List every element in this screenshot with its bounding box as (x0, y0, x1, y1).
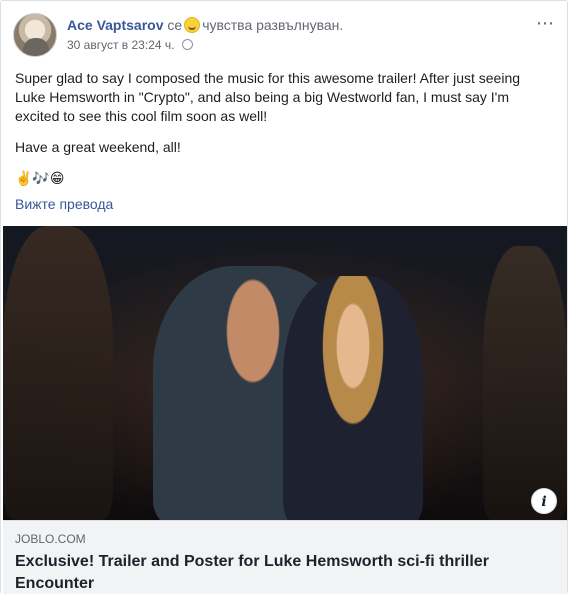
post-paragraph: Super glad to say I composed the music f… (15, 70, 521, 124)
feeling-verb: се (167, 17, 183, 33)
feed-post: Ace Vaptsarov се чувства развълнуван. 30 … (0, 0, 568, 594)
link-preview-card[interactable]: JOBLO.COM Exclusive! Trailer and Poster … (3, 520, 567, 594)
see-translation-link[interactable]: Вижте превода (15, 196, 113, 212)
link-title[interactable]: Exclusive! Trailer and Poster for Luke H… (15, 551, 555, 595)
emoji-row: ✌️🎶😁 (15, 170, 65, 186)
more-options-icon[interactable]: ⋯ (536, 13, 555, 34)
globe-icon[interactable] (181, 39, 193, 50)
timestamp[interactable]: 30 август в 23:24 ч. (67, 38, 174, 52)
post-body: Super glad to say I composed the music f… (15, 69, 553, 187)
post-header: Ace Vaptsarov се чувства развълнуван. 30 … (13, 13, 555, 57)
author-name[interactable]: Ace Vaptsarov (67, 17, 164, 33)
background-figure (3, 226, 113, 520)
avatar[interactable] (13, 13, 57, 57)
post-paragraph: Have a great weekend, all! (15, 139, 181, 155)
link-domain: JOBLO.COM (15, 532, 86, 546)
woman-figure (283, 276, 423, 520)
grinning-face-icon (184, 17, 201, 33)
link-preview-image[interactable]: i (3, 226, 567, 520)
feeling-text: чувства развълнуван. (202, 17, 344, 33)
post-headline: Ace Vaptsarov се чувства развълнуван. (67, 16, 343, 34)
avatar-figure (23, 38, 49, 56)
info-icon[interactable]: i (531, 488, 557, 514)
post-meta: 30 август в 23:24 ч. (67, 38, 193, 52)
background-figure (483, 246, 567, 520)
